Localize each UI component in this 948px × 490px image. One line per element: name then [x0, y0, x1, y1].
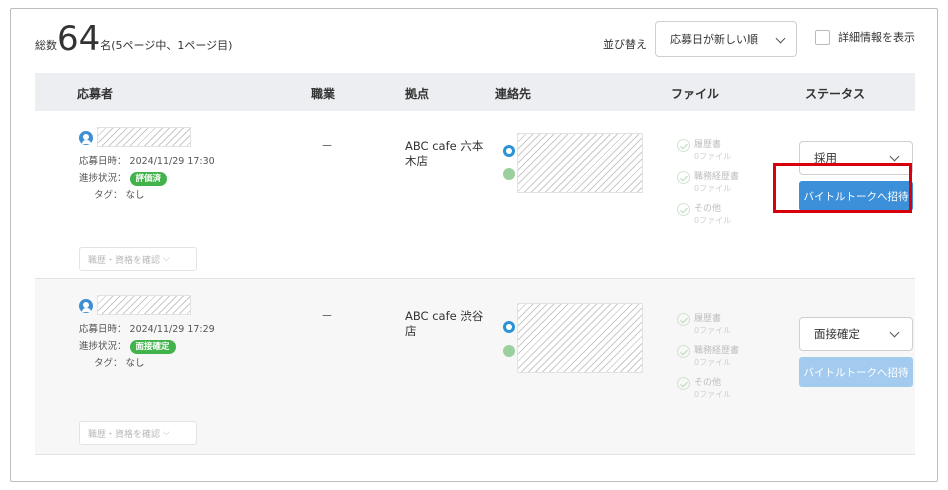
- applied-date-value: 2024/11/29 17:30: [129, 156, 215, 167]
- tag-value: なし: [125, 190, 145, 201]
- file-name: 履歴書: [694, 314, 722, 324]
- contact-redacted: [517, 133, 643, 193]
- table-header: 応募者 職業 拠点 連絡先 ファイル ステータス: [35, 73, 915, 111]
- applied-date-label: 応募日時: [79, 324, 118, 335]
- file-item-other[interactable]: その他 0ファイル: [677, 377, 739, 409]
- file-list: 履歴書 0ファイル 職務経歴書 0ファイル その他 0ファイル: [677, 313, 739, 409]
- chevron-down-icon: [889, 327, 900, 338]
- tag-label: タグ: [94, 358, 114, 369]
- site-value: ABC cafe 渋谷店: [405, 309, 484, 338]
- tag-label: タグ: [94, 190, 114, 201]
- occupation-value: －: [321, 139, 334, 153]
- col-contact: 連絡先: [495, 87, 532, 101]
- chat-icon[interactable]: [503, 145, 515, 157]
- file-item-career[interactable]: 職務経歴書 0ファイル: [677, 171, 739, 203]
- applicant-name-redacted: [97, 127, 191, 147]
- applied-date-label: 応募日時: [79, 156, 118, 167]
- applicant-list-panel: 総数 64 名(5ページ中、1ページ目) 並び替え 応募日が新しい順 詳細情報を…: [10, 8, 938, 482]
- status-select[interactable]: 面接確定: [799, 317, 913, 351]
- site-value: ABC cafe 六本木店: [405, 139, 484, 168]
- file-name: その他: [694, 378, 722, 388]
- view-resume-button[interactable]: 職歴・資格を確認 ⌵: [79, 421, 197, 445]
- file-count: 0ファイル: [694, 326, 732, 335]
- file-count: 0ファイル: [694, 216, 732, 225]
- col-site: 拠点: [405, 87, 430, 101]
- show-details-label: 詳細情報を表示: [838, 31, 915, 44]
- applied-date-value: 2024/11/29 17:29: [129, 324, 215, 335]
- total-label: 総数: [35, 39, 57, 52]
- page-info: 名(5ページ中、1ページ目): [100, 39, 233, 52]
- file-list: 履歴書 0ファイル 職務経歴書 0ファイル その他 0ファイル: [677, 139, 739, 235]
- applicant-meta: 応募日時： 2024/11/29 17:29 進捗状況： 面接確定 タグ： なし: [79, 321, 215, 372]
- applied-date-line: 応募日時： 2024/11/29 17:30: [79, 156, 215, 167]
- sort-selected-value: 応募日が新しい順: [670, 33, 758, 46]
- file-item-other[interactable]: その他 0ファイル: [677, 203, 739, 235]
- view-resume-button[interactable]: 職歴・資格を確認 ⌵: [79, 247, 197, 271]
- list-toolbar: 総数 64 名(5ページ中、1ページ目) 並び替え 応募日が新しい順 詳細情報を…: [11, 9, 937, 73]
- check-circle-icon: [677, 377, 690, 390]
- progress-line: 進捗状況： 評価済: [79, 170, 215, 187]
- avatar-icon: [79, 299, 93, 313]
- check-circle-icon: [677, 313, 690, 326]
- file-count: 0ファイル: [694, 358, 732, 367]
- invite-button-label: バイトルトークへ招待: [803, 366, 909, 379]
- file-count: 0ファイル: [694, 184, 732, 193]
- avatar-icon: [79, 131, 93, 145]
- applied-date-line: 応募日時： 2024/11/29 17:29: [79, 324, 215, 335]
- contact-redacted: [517, 303, 643, 373]
- file-name: その他: [694, 204, 722, 214]
- file-item-resume[interactable]: 履歴書 0ファイル: [677, 313, 739, 345]
- chevron-down-icon: [889, 151, 900, 162]
- table-row: [35, 455, 915, 481]
- sort-label: 並び替え: [603, 38, 647, 51]
- phone-icon[interactable]: [503, 345, 515, 357]
- file-item-career[interactable]: 職務経歴書 0ファイル: [677, 345, 739, 377]
- col-status: ステータス: [805, 87, 866, 101]
- check-circle-icon: [677, 345, 690, 358]
- sort-select[interactable]: 応募日が新しい順: [655, 21, 797, 57]
- check-circle-icon: [677, 203, 690, 216]
- phone-icon[interactable]: [503, 168, 515, 180]
- invite-baitoru-talk-button[interactable]: バイトルトークへ招待: [799, 357, 913, 387]
- checkbox-box[interactable]: [815, 29, 830, 45]
- file-name: 職務経歴書: [694, 346, 740, 356]
- check-circle-icon: [677, 139, 690, 152]
- table-row: 応募日時： 2024/11/29 17:29 進捗状況： 面接確定 タグ： なし…: [35, 279, 915, 455]
- file-name: 職務経歴書: [694, 172, 740, 182]
- col-files: ファイル: [671, 87, 720, 101]
- chevron-down-icon: [775, 33, 786, 44]
- view-resume-label: 職歴・資格を確認: [88, 429, 161, 440]
- view-resume-label: 職歴・資格を確認: [88, 255, 161, 266]
- file-count: 0ファイル: [694, 152, 732, 161]
- applicant-name-redacted: [97, 295, 191, 315]
- status-badge: 面接確定: [129, 339, 176, 354]
- file-item-resume[interactable]: 履歴書 0ファイル: [677, 139, 739, 171]
- file-count: 0ファイル: [694, 390, 732, 399]
- col-applicant: 応募者: [77, 87, 114, 101]
- file-name: 履歴書: [694, 140, 722, 150]
- tag-line: タグ： なし: [94, 190, 145, 201]
- chat-icon[interactable]: [503, 321, 515, 333]
- status-badge: 評価済: [129, 171, 168, 186]
- progress-label: 進捗状況: [79, 173, 118, 184]
- occupation-value: －: [321, 309, 334, 323]
- col-occupation: 職業: [311, 87, 336, 101]
- progress-label: 進捗状況: [79, 341, 118, 352]
- total-count: 総数 64 名(5ページ中、1ページ目): [35, 21, 232, 57]
- tag-line: タグ： なし: [94, 358, 145, 369]
- total-number: 64: [57, 19, 101, 59]
- tag-value: なし: [125, 358, 145, 369]
- applicant-meta: 応募日時： 2024/11/29 17:30 進捗状況： 評価済 タグ： なし: [79, 153, 215, 204]
- check-circle-icon: [677, 171, 690, 184]
- show-details-checkbox[interactable]: 詳細情報を表示: [815, 29, 915, 45]
- status-selected-value: 面接確定: [814, 327, 860, 341]
- highlight-box: [773, 163, 912, 213]
- progress-line: 進捗状況： 面接確定: [79, 338, 215, 355]
